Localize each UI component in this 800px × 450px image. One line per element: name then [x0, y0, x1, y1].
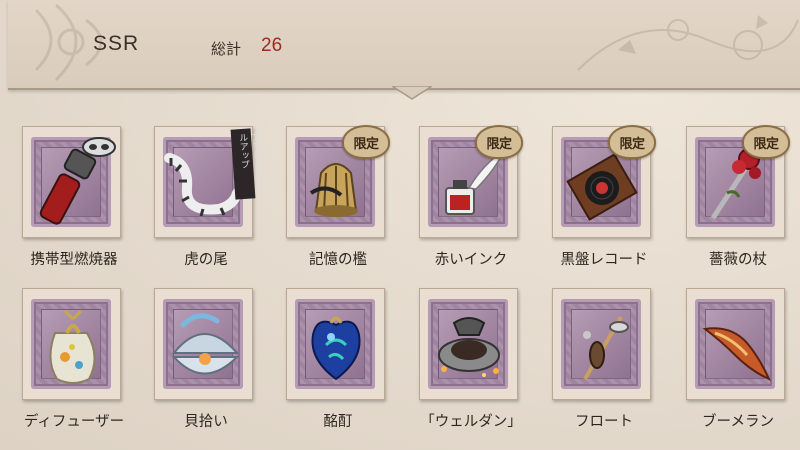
item-frame: 限定: [686, 125, 790, 238]
item-frame: 限定: [286, 125, 390, 238]
welldone-icon: [438, 317, 500, 377]
limited-badge-text: 限定: [753, 137, 779, 152]
item-name: 記憶の檻: [309, 252, 367, 268]
item-grid: 携帯型燃焼器 文学はスキレベルアップ 虎の尾 限定 記憶の檻 限定 赤いインク …: [0, 0, 800, 450]
boomerang-icon: [702, 327, 772, 381]
item-frame: [22, 126, 121, 238]
diffuser-icon: [49, 309, 96, 384]
float-icon: [583, 315, 629, 381]
item-frame: [22, 288, 121, 400]
item-frame: [419, 288, 518, 400]
item-card[interactable]: 携帯型燃焼器: [8, 126, 128, 286]
item-frame: [552, 288, 651, 400]
item-name: ブーメラン: [702, 414, 774, 430]
item-name: ディフューザー: [23, 414, 125, 430]
item-card[interactable]: 貝拾い: [140, 288, 260, 448]
item-frame: [154, 288, 253, 400]
item-card[interactable]: ディフューザー: [8, 288, 128, 448]
item-name: 「ウェルダン」: [420, 414, 522, 430]
limited-badge: 限定: [342, 125, 390, 159]
item-name: 携帯型燃焼器: [30, 252, 118, 268]
item-name: 赤いインク: [434, 252, 508, 268]
item-name: 貝拾い: [184, 414, 228, 430]
item-card[interactable]: フロート: [538, 288, 658, 448]
portable-burner-icon: [39, 137, 116, 225]
limited-badge-text: 限定: [353, 137, 379, 152]
item-name: 虎の尾: [184, 252, 228, 268]
side-tag: 文学はスキレベルアップ: [230, 128, 264, 200]
item-frame: 文学はスキレベルアップ: [154, 126, 264, 238]
item-card[interactable]: ブーメラン: [672, 288, 792, 448]
item-card[interactable]: 限定 薔薇の杖: [672, 125, 792, 286]
item-card[interactable]: 文学はスキレベルアップ 虎の尾: [140, 126, 264, 286]
item-card[interactable]: 「ウェルダン」: [405, 288, 525, 448]
item-card[interactable]: 限定 黒盤レコード: [538, 125, 658, 286]
item-card[interactable]: 限定 記憶の檻: [272, 125, 392, 286]
limited-badge: 限定: [475, 125, 523, 159]
item-card[interactable]: 限定 赤いインク: [405, 125, 525, 286]
limited-badge-text: 限定: [619, 137, 645, 152]
limited-badge-text: 限定: [486, 137, 512, 152]
item-name: 酩酊: [323, 414, 353, 430]
item-name: 薔薇の杖: [709, 252, 767, 268]
shell-icon: [171, 313, 240, 375]
item-name: 黒盤レコード: [560, 252, 648, 268]
intoxication-heart-icon: [311, 316, 361, 381]
item-frame: 限定: [552, 125, 656, 238]
item-frame: [286, 288, 385, 400]
limited-badge: 限定: [742, 125, 790, 159]
side-tag-text: 文学はスキレベルアップ: [236, 131, 265, 196]
limited-badge: 限定: [608, 125, 656, 159]
item-name: フロート: [575, 414, 633, 430]
item-frame: 限定: [419, 125, 523, 238]
item-card[interactable]: 酩酊: [272, 288, 392, 448]
item-frame: [686, 288, 785, 400]
